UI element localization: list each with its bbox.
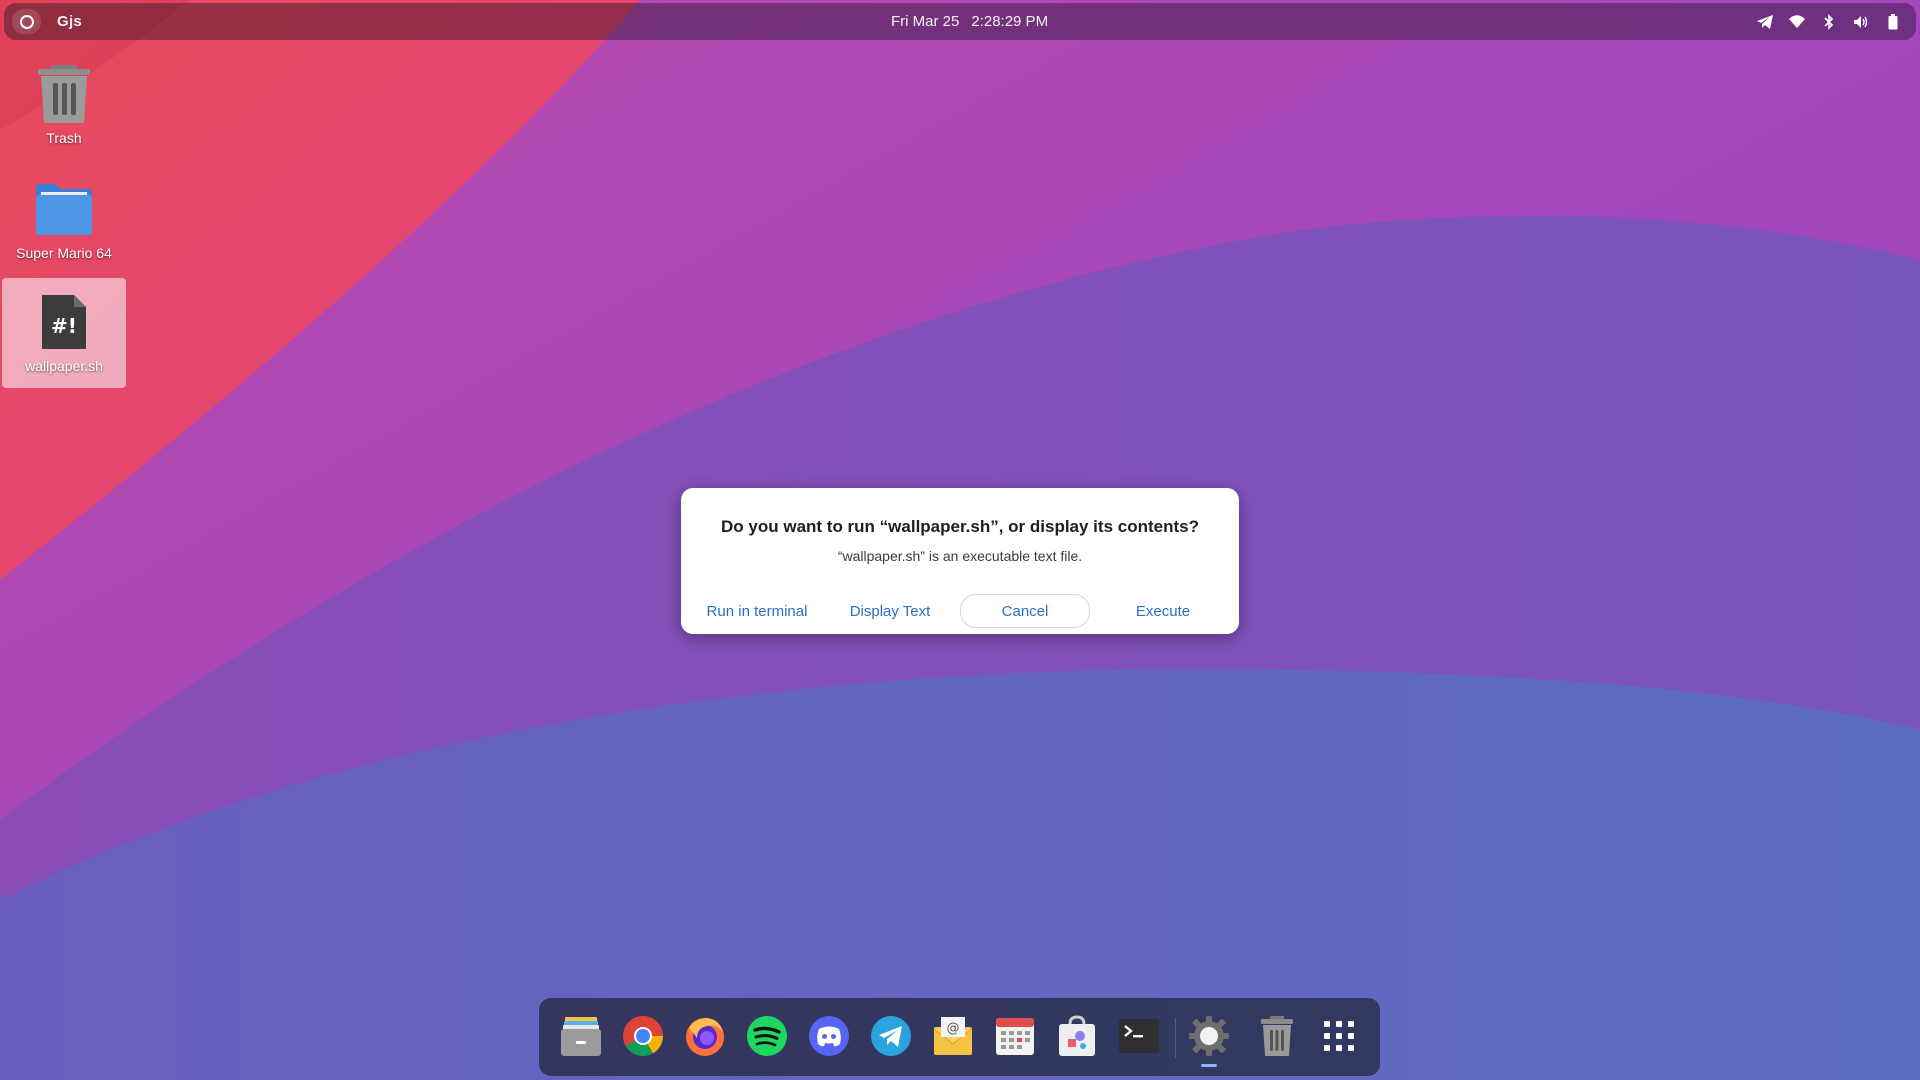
- firefox-icon[interactable]: [681, 1012, 729, 1060]
- dialog-message: “wallpaper.sh” is an executable text fil…: [837, 548, 1083, 564]
- telegram-tray-icon[interactable]: [1756, 13, 1774, 31]
- telegram-icon[interactable]: [867, 1012, 915, 1060]
- clock-time: 2:28:29 PM: [971, 13, 1049, 30]
- dock: @: [539, 998, 1380, 1076]
- discord-icon[interactable]: [805, 1012, 853, 1060]
- desktop-icon-wallpaper-sh[interactable]: #! wallpaper.sh: [2, 278, 126, 388]
- desktop-icon-label: wallpaper.sh: [25, 358, 103, 374]
- dock-separator: [1175, 1018, 1176, 1058]
- mail-icon[interactable]: @: [929, 1012, 977, 1060]
- folder-icon: [34, 179, 94, 239]
- volume-icon[interactable]: [1852, 13, 1870, 31]
- script-file-icon: #!: [34, 292, 94, 352]
- software-store-icon[interactable]: [1053, 1012, 1101, 1060]
- desktop-icon-trash[interactable]: Trash: [2, 50, 126, 160]
- execute-button[interactable]: Execute: [1110, 595, 1216, 627]
- cancel-button[interactable]: Cancel: [960, 594, 1090, 628]
- settings-icon[interactable]: [1185, 1012, 1233, 1060]
- system-tray[interactable]: [1756, 13, 1902, 31]
- wifi-icon[interactable]: [1788, 13, 1806, 31]
- activities-icon: [19, 14, 34, 29]
- run-in-terminal-button[interactable]: Run in terminal: [694, 595, 820, 627]
- calendar-icon[interactable]: [991, 1012, 1039, 1060]
- battery-icon[interactable]: [1884, 13, 1902, 31]
- top-bar: Gjs Fri Mar 25 2:28:29 PM: [4, 3, 1916, 40]
- desktop-icon-label: Trash: [46, 130, 82, 146]
- display-text-button[interactable]: Display Text: [834, 595, 946, 627]
- files-icon[interactable]: [557, 1012, 605, 1060]
- svg-text:#!: #!: [51, 314, 77, 338]
- chrome-icon[interactable]: [619, 1012, 667, 1060]
- desktop-icon-super-mario-64[interactable]: Super Mario 64: [2, 165, 126, 275]
- running-indicator: [1201, 1064, 1217, 1067]
- trash-icon[interactable]: [1253, 1012, 1301, 1060]
- bluetooth-icon[interactable]: [1820, 13, 1838, 31]
- clock-date: Fri Mar 25: [891, 13, 960, 30]
- app-grid-icon[interactable]: [1315, 1012, 1363, 1060]
- app-menu[interactable]: Gjs: [57, 13, 82, 30]
- clock[interactable]: Fri Mar 25 2:28:29 PM: [891, 13, 1048, 30]
- run-or-display-dialog: Do you want to run “wallpaper.sh”, or di…: [681, 488, 1239, 634]
- svg-text:@: @: [947, 1021, 960, 1036]
- terminal-icon[interactable]: [1115, 1012, 1163, 1060]
- activities-button[interactable]: [12, 9, 41, 34]
- spotify-icon[interactable]: [743, 1012, 791, 1060]
- dialog-title: Do you want to run “wallpaper.sh”, or di…: [721, 517, 1199, 536]
- trash-icon: [34, 64, 94, 124]
- desktop-icon-label: Super Mario 64: [16, 245, 112, 261]
